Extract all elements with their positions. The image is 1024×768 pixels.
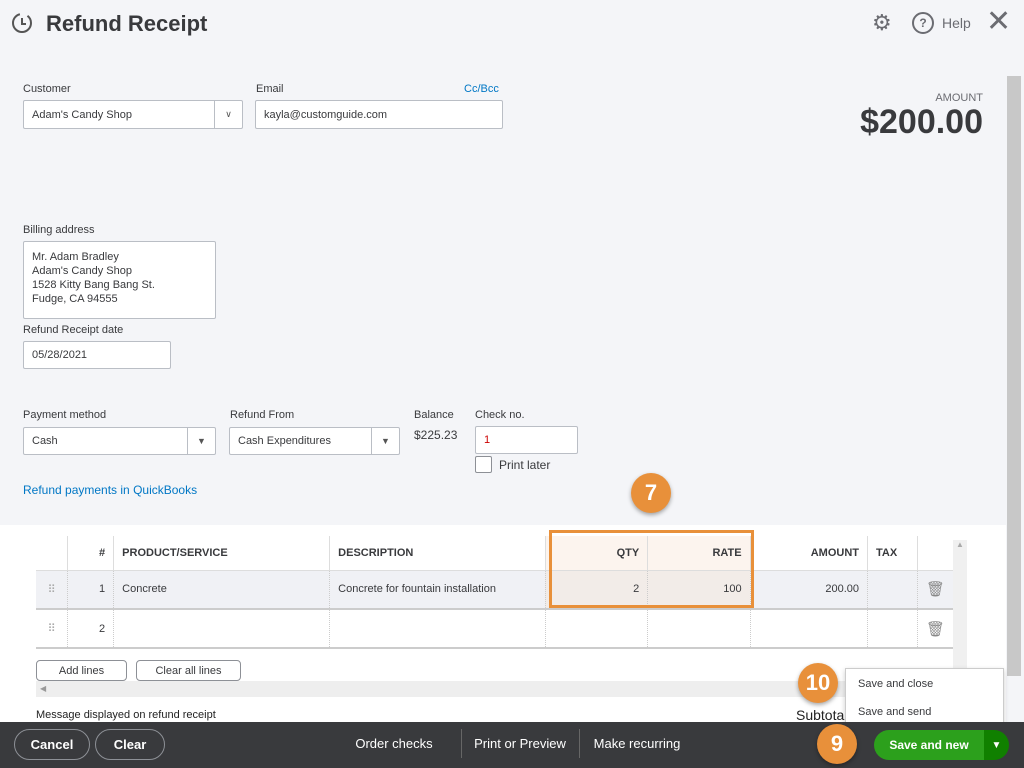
product-cell[interactable]: Concrete [113,570,331,609]
payment-value: Cash [32,435,58,447]
col-header: TAX [867,536,918,570]
billing-label: Billing address [23,224,95,236]
ccbcc-link[interactable]: Cc/Bcc [464,83,499,95]
refund-payments-link[interactable]: Refund payments in QuickBooks [23,483,197,497]
tax-cell[interactable] [867,609,918,648]
table-scrollbar[interactable]: ▲ [953,540,967,680]
save-and-new-button[interactable]: Save and new [874,730,984,760]
caret-down-icon[interactable]: ▼ [371,428,399,454]
page-scrollbar[interactable] [1007,60,1021,720]
billing-line: Mr. Adam Bradley [32,251,119,263]
close-icon[interactable]: ✕ [986,4,1011,39]
product-cell[interactable] [113,609,331,648]
col-header: PRODUCT/SERVICE [113,536,331,570]
make-recurring-link[interactable]: Make recurring [584,729,690,758]
row-number: 2 [67,609,115,648]
customer-select[interactable]: Adam's Candy Shop ∨ [23,100,243,129]
date-label: Refund Receipt date [23,324,124,336]
drag-handle-icon[interactable]: ⠿ [36,609,69,648]
check-no-input[interactable]: 1 [475,426,578,454]
rate-cell[interactable] [647,609,751,648]
menu-item-save-close[interactable]: Save and close [846,669,1003,697]
table-header-row: # PRODUCT/SERVICE DESCRIPTION QTY RATE A… [36,536,953,570]
divider [461,729,462,758]
col-header: # [67,536,115,570]
qty-rate-highlight [549,530,754,608]
line-items-table: # PRODUCT/SERVICE DESCRIPTION QTY RATE A… [36,536,953,649]
drag-handle-icon[interactable]: ⠿ [36,570,69,609]
billing-address-input[interactable]: Mr. Adam Bradley Adam's Candy Shop 1528 … [23,241,216,319]
description-cell[interactable]: Concrete for fountain installation [329,570,546,609]
row-number: 1 [67,570,115,609]
col-header: AMOUNT [750,536,869,570]
col-header: DESCRIPTION [329,536,546,570]
description-cell[interactable] [329,609,546,648]
refund-from-value: Cash Expenditures [238,435,331,447]
print-preview-link[interactable]: Print or Preview [466,729,574,758]
amount-value: $200.00 [860,103,983,141]
callout-9: 9 [817,724,857,764]
check-label: Check no. [475,409,525,421]
email-label: Email [256,83,284,95]
balance-label: Balance [414,409,454,421]
caret-down-icon[interactable]: ▼ [187,428,215,454]
drag-col [36,536,69,570]
help-link[interactable]: Help [942,15,971,31]
amount-cell[interactable]: 200.00 [750,570,869,609]
page-title: Refund Receipt [46,11,208,36]
save-menu: Save and close Save and send [845,668,1004,727]
chevron-down-icon[interactable]: ∨ [214,101,242,128]
gear-icon[interactable]: ⚙ [872,10,892,36]
qty-cell[interactable] [545,609,649,648]
amount-cell[interactable] [750,609,869,648]
print-later-label: Print later [499,458,551,472]
delete-col [917,536,953,570]
callout-7: 7 [631,473,671,513]
refund-from-label: Refund From [230,409,295,421]
message-label: Message displayed on refund receipt [36,709,216,721]
history-icon [12,13,32,33]
table-row[interactable]: ⠿ 2 🗑 [36,609,953,648]
menu-item-save-send[interactable]: Save and send [846,697,1003,725]
balance-value: $225.23 [414,428,458,442]
order-checks-link[interactable]: Order checks [345,729,443,758]
email-input[interactable]: kayla@customguide.com [255,100,503,129]
refund-from-select[interactable]: Cash Expenditures ▼ [229,427,400,455]
trash-icon[interactable]: 🗑 [917,570,953,609]
print-later-checkbox[interactable] [475,456,492,473]
payment-label: Payment method [23,409,107,421]
billing-line: Fudge, CA 94555 [32,293,118,305]
cancel-button[interactable]: Cancel [14,729,90,760]
add-lines-button[interactable]: Add lines [36,660,127,681]
callout-10: 10 [798,663,838,703]
billing-line: 1528 Kitty Bang Bang St. [32,279,155,291]
billing-line: Adam's Candy Shop [32,265,132,277]
divider [579,729,580,758]
clear-all-lines-button[interactable]: Clear all lines [136,660,241,681]
date-input[interactable]: 05/28/2021 [23,341,171,369]
customer-value: Adam's Candy Shop [32,108,132,121]
trash-icon[interactable]: 🗑 [917,609,953,648]
subtotal-label: Subtotal [796,707,848,723]
customer-label: Customer [23,83,71,95]
table-row[interactable]: ⠿ 1 Concrete Concrete for fountain insta… [36,570,953,609]
payment-method-select[interactable]: Cash ▼ [23,427,216,455]
tax-cell[interactable] [867,570,918,609]
clear-button[interactable]: Clear [95,729,165,760]
help-icon[interactable]: ? [912,12,934,34]
